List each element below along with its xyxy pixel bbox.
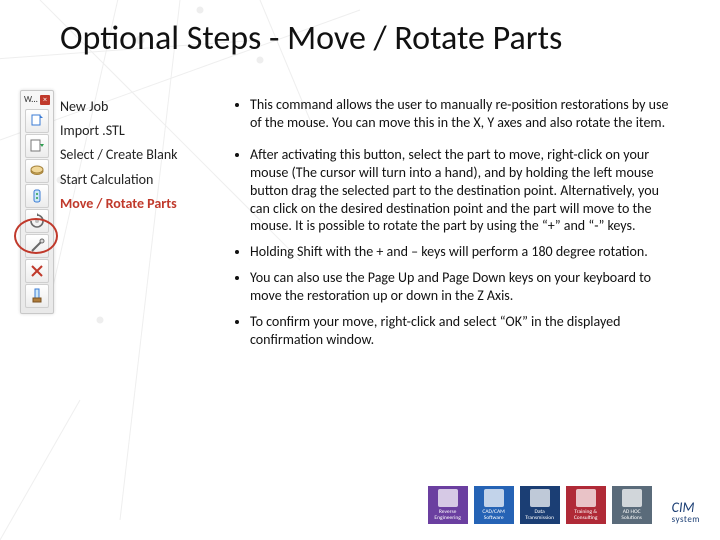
footer-box-icon <box>576 489 596 507</box>
import-stl-icon <box>29 138 45 154</box>
footer-box-label: Training & Consulting <box>568 509 604 521</box>
tool-c-icon <box>29 288 45 304</box>
brand-sub: system <box>672 515 700 524</box>
footer-box-icon <box>530 489 550 507</box>
nav-item-import-stl: Import .STL <box>60 122 220 140</box>
bullet-item: Holding Shift with the + and – keys will… <box>250 243 680 261</box>
new-job-icon <box>29 113 45 129</box>
brand-main: CIM <box>672 501 695 515</box>
tool-b-button[interactable] <box>25 259 49 283</box>
nav-item-select-blank: Select / Create Blank <box>60 146 220 164</box>
bullet-item: You can also use the Page Up and Page Do… <box>250 269 680 305</box>
bullet-item: To confirm your move, right-click and se… <box>250 313 680 349</box>
footer-box-label: CAD/CAM Software <box>476 509 512 521</box>
footer-box-icon <box>484 489 504 507</box>
import-stl-button[interactable] <box>25 134 49 158</box>
start-calc-button[interactable] <box>25 184 49 208</box>
footer-box-icon <box>438 489 458 507</box>
footer-box: Data Transmission <box>520 486 560 524</box>
footer-box-label: AD HOC Solutions <box>614 509 650 521</box>
start-calc-icon <box>29 188 45 204</box>
content-area: This command allows the user to manually… <box>232 96 680 357</box>
wizard-steps-list: New Job Import .STL Select / Create Blan… <box>60 92 220 219</box>
bullet-item: This command allows the user to manually… <box>250 96 680 132</box>
footer-box-label: Reverse Engineering <box>430 509 466 521</box>
move-rotate-button[interactable] <box>25 209 49 233</box>
tool-a-button[interactable] <box>25 234 49 258</box>
toolbar-title: W... <box>24 94 38 105</box>
nav-item-move-rotate: Move / Rotate Parts <box>60 195 220 213</box>
footer-box: Training & Consulting <box>566 486 606 524</box>
toolbar-titlebar: W... × <box>23 93 51 108</box>
footer-box-icon <box>622 489 642 507</box>
tool-a-icon <box>29 238 45 254</box>
select-blank-button[interactable] <box>25 159 49 183</box>
footer-logos: Reverse Engineering CAD/CAM Software Dat… <box>428 486 700 524</box>
page-title: Optional Steps - Move / Rotate Parts <box>60 18 680 59</box>
move-rotate-icon <box>29 213 45 229</box>
tool-c-button[interactable] <box>25 284 49 308</box>
nav-item-start-calc: Start Calculation <box>60 171 220 189</box>
close-icon[interactable]: × <box>40 95 50 105</box>
footer-box: CAD/CAM Software <box>474 486 514 524</box>
new-job-button[interactable] <box>25 109 49 133</box>
footer-box: Reverse Engineering <box>428 486 468 524</box>
footer-box: AD HOC Solutions <box>612 486 652 524</box>
tool-b-icon <box>29 263 45 279</box>
footer-box-label: Data Transmission <box>522 509 558 521</box>
select-blank-icon <box>29 163 45 179</box>
brand-logo: CIM system <box>672 501 700 524</box>
nav-item-new-job: New Job <box>60 98 220 116</box>
wizard-toolbar: W... × <box>20 90 54 314</box>
bullet-item: After activating this button, select the… <box>250 146 680 236</box>
